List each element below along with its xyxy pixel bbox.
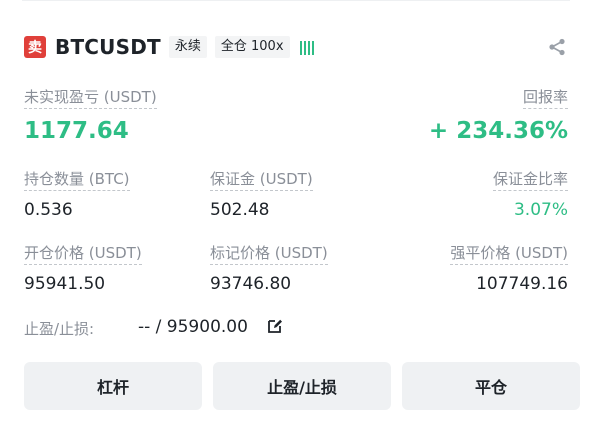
- edit-icon[interactable]: [267, 318, 283, 334]
- tpsl-label: 止盈/止损:: [24, 320, 95, 338]
- position-size-label[interactable]: 持仓数量 (BTC): [24, 168, 130, 191]
- position-card: 卖 BTCUSDT 永续 全仓 100x 未实现盈亏 (USDT) 回报率 11…: [0, 0, 592, 429]
- sell-side-badge: 卖: [24, 36, 46, 58]
- margin-value: 502.48: [210, 200, 270, 220]
- unrealized-pnl-value: 1177.64: [24, 118, 129, 144]
- leverage-button[interactable]: 杠杆: [24, 362, 202, 410]
- margin-label[interactable]: 保证金 (USDT): [210, 168, 313, 191]
- symbol-title[interactable]: BTCUSDT: [55, 35, 161, 59]
- roe-label[interactable]: 回报率: [522, 86, 568, 109]
- margin-ratio-value: 3.07%: [513, 200, 568, 220]
- position-size-value: 0.536: [24, 200, 73, 220]
- divider: [22, 0, 570, 1]
- close-position-button[interactable]: 平仓: [402, 362, 580, 410]
- mark-price-value: 93746.80: [210, 274, 292, 294]
- liquidation-price-label[interactable]: 强平价格 (USDT): [450, 242, 568, 265]
- unrealized-pnl-label[interactable]: 未实现盈亏 (USDT): [24, 86, 157, 109]
- liquidation-price-value: 107749.16: [476, 274, 568, 294]
- entry-price-value: 95941.50: [24, 274, 106, 294]
- mark-price-label[interactable]: 标记价格 (USDT): [210, 242, 328, 265]
- margin-ratio-label[interactable]: 保证金比率: [492, 168, 568, 191]
- tpsl-value: -- / 95900.00: [138, 317, 248, 337]
- leverage-bars-icon: [299, 39, 314, 55]
- contract-type-tag: 永续: [168, 36, 207, 58]
- share-icon[interactable]: [548, 38, 566, 56]
- roe-value: + 234.36%: [428, 118, 568, 144]
- tpsl-button[interactable]: 止盈/止损: [213, 362, 391, 410]
- entry-price-label[interactable]: 开仓价格 (USDT): [24, 242, 142, 265]
- position-header: 卖 BTCUSDT 永续 全仓 100x: [24, 34, 314, 60]
- margin-mode-tag[interactable]: 全仓 100x: [214, 36, 290, 58]
